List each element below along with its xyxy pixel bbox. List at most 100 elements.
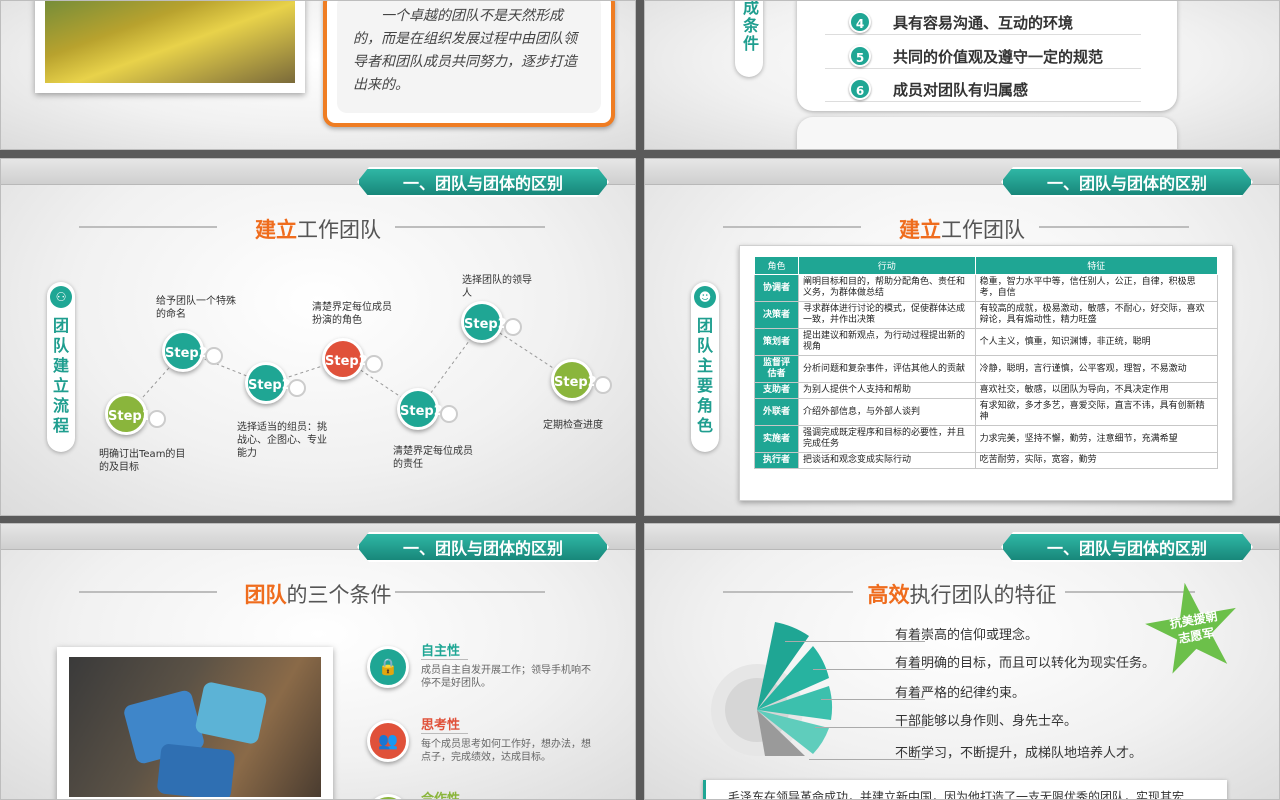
trait-cell: 冷静，聪明，言行谨慎，公平客观，理智，不易激动 — [974, 355, 1219, 383]
step-description: 给予团队一个特殊的命名 — [156, 296, 236, 320]
feature-text: 干部能够以身作则、身先士卒。 — [895, 714, 1078, 729]
condition-row: 5 共同的价值观及遵守一定的规范 — [825, 43, 1141, 69]
condition-desc: 成员自主自发开展工作；领导手机响不停不是好团队。 — [421, 665, 591, 689]
step-label: Step1 — [108, 409, 151, 424]
step-description: 选择适当的组员：挑战心、企图心、专业能力 — [237, 422, 327, 459]
lock-icon: 🔒 — [367, 646, 409, 688]
table-row: 外联者 介绍外部信息，与外部人谈判 有求知欲，多才多艺，喜爱交际，直言不讳，具有创新… — [754, 398, 1219, 426]
condition-text: 具有容易沟通、互动的环境 — [893, 14, 1074, 32]
action-cell: 提出建议和新观点，为行动过程提出新的视角 — [798, 328, 976, 356]
step-description: 清楚界定每位成员的责任 — [393, 446, 473, 470]
puzzle-photo — [69, 657, 321, 797]
table-header-cell: 行动 — [798, 256, 976, 275]
step-node-ring — [205, 347, 223, 365]
table-row: 实施者 强调完成既定程序和目标的必要性，并且完成任务 力求完美，坚持不懈，勤劳，注意… — [754, 425, 1219, 453]
table-row: 支助者 为别人提供个人支持和帮助 喜欢社交，敏感，以团队为导向，不具决定作用 — [754, 382, 1219, 399]
condition-row: 4 具有容易沟通、互动的环境 — [825, 9, 1141, 35]
step-node[interactable]: Step2 — [397, 388, 458, 430]
handshake-icon: ✋ — [367, 794, 409, 799]
puzzle-piece — [156, 743, 236, 797]
role-name-cell: 实施者 — [754, 425, 799, 453]
slide-thumbnail-5[interactable]: 一、团队与团体的区别 团队的三个条件 🔒 自主性成员自主自发开展工作；领导手机响不… — [0, 523, 636, 800]
puzzle-piece — [194, 680, 268, 746]
condition-text: 成员对团队有归属感 — [893, 81, 1029, 99]
trait-cell: 有较高的成就，极易激动，敏感，不耐心，好交际，喜欢辩论，具有煽动性，精力旺盛 — [974, 301, 1219, 329]
step-connector-lines — [126, 321, 574, 416]
step-node-ring — [148, 410, 166, 428]
quote-box: 一个卓越的团队不是天然形成的，而是在组织发展过程中由团队领导者和团队成员共同努力… — [323, 1, 615, 127]
quote-inner: 一个卓越的团队不是天然形成的，而是在组织发展过程中由团队领导者和团队成员共同努力… — [337, 1, 601, 113]
step-label: Step2 — [464, 317, 507, 332]
trait-cell: 喜欢社交，敏感，以团队为导向，不具决定作用 — [974, 382, 1219, 399]
step-node-ring — [288, 379, 306, 397]
group-icon: ☻ — [694, 286, 716, 308]
table-header-cell: 特征 — [974, 256, 1219, 275]
feature-text: 有着崇高的信仰或理念。 — [895, 628, 1039, 643]
side-label: ☻ 团队主要角色 — [691, 282, 719, 452]
role-name-cell: 策划者 — [754, 328, 799, 356]
section-ribbon: 一、团队与团体的区别 — [357, 532, 609, 562]
step-node[interactable]: Step2 — [162, 330, 223, 372]
condition-number-badge: 4 — [849, 11, 871, 33]
condition-number-badge: 6 — [849, 78, 871, 100]
condition-title: 自主性 — [421, 640, 469, 660]
slide-sorter: 一个卓越的团队不是天然形成的，而是在组织发展过程中由团队领导者和团队成员共同努力… — [0, 0, 1280, 800]
feature-text: 有着明确的目标，而且可以转化为现实任务。 — [895, 656, 1156, 671]
people-icon: 👥 — [367, 720, 409, 762]
feature-text: 有着严格的纪律约束。 — [895, 686, 1026, 701]
action-cell: 分析问题和复杂事件，评估其他人的贡献 — [798, 355, 976, 383]
section-ribbon: 一、团队与团体的区别 — [1001, 532, 1253, 562]
trait-cell: 有求知欲，多才多艺，喜爱交际，直言不讳，具有创新精神 — [974, 398, 1219, 426]
table-row: 策划者 提出建议和新观点，为行动过程提出新的视角 个人主义，慎重，知识渊博，非正统，… — [754, 328, 1219, 356]
role-name-cell: 监督评估者 — [754, 355, 799, 383]
side-label: 成条件 — [735, 0, 763, 77]
trait-cell: 吃苦耐劳，实际，宽容，勤劳 — [974, 452, 1219, 469]
footer-note-box: 毛泽东在领导革命成功，并建立新中国，因为他打造了一支无限优秀的团队，实现其宏 — [703, 780, 1227, 800]
condition-row: 6 成员对团队有归属感 — [825, 76, 1141, 102]
role-name-cell: 执行者 — [754, 452, 799, 469]
title-rest: 的三个条件 — [286, 583, 392, 607]
puzzle-photo-frame — [57, 647, 333, 799]
slide-title: 建立工作团队 — [645, 214, 1279, 244]
step-node-ring — [440, 405, 458, 423]
step-node[interactable]: Step1 — [105, 393, 166, 435]
step-description: 定期检查进度 — [543, 420, 603, 431]
step-label: Step2 — [325, 354, 368, 369]
action-cell: 为别人提供个人支持和帮助 — [798, 382, 976, 399]
fan-graphic — [711, 622, 833, 756]
slide-thumbnail-6[interactable]: 一、团队与团体的区别 高效执行团队的特征 抗美援朝志愿军 有着崇高的信仰或理念。… — [644, 523, 1280, 800]
section-ribbon: 一、团队与团体的区别 — [1001, 167, 1253, 197]
step-node[interactable]: Step2 — [551, 359, 612, 401]
role-name-cell: 决策者 — [754, 301, 799, 329]
action-cell: 把谈话和观念变成实际行动 — [798, 452, 976, 469]
slide-title: 团队的三个条件 — [1, 579, 635, 609]
condition-desc: 每个成员思考如何工作好，想办法，想点子，完成绩效，达成目标。 — [421, 739, 591, 763]
footer-note: 毛泽东在领导革命成功，并建立新中国，因为他打造了一支无限优秀的团队，实现其宏 — [728, 790, 1185, 800]
trait-cell: 力求完美，坚持不懈，勤劳，注意细节，充满希望 — [974, 425, 1219, 453]
role-name-cell: 协调者 — [754, 274, 799, 302]
step-node[interactable]: Step2 — [245, 362, 306, 404]
slide-thumbnail-3[interactable]: 一、团队与团体的区别 建立工作团队 ⚇ 团队建立流程 Step1 明确订出Team… — [0, 158, 636, 516]
title-highlight: 建立 — [899, 218, 941, 242]
condition-number-badge: 5 — [849, 45, 871, 67]
slide-thumbnail-1[interactable]: 一个卓越的团队不是天然形成的，而是在组织发展过程中由团队领导者和团队成员共同努力… — [0, 0, 636, 150]
step-node[interactable]: Step2 — [461, 301, 522, 343]
step-node[interactable]: Step2 — [322, 338, 383, 380]
step-node-ring — [365, 355, 383, 373]
slide-thumbnail-2[interactable]: 成条件 4 具有容易沟通、互动的环境 5 共同的价值观及遵守一定的规范 6 成员对团队有归… — [644, 0, 1280, 150]
title-rest: 执行团队的特征 — [909, 583, 1057, 607]
title-rest: 工作团队 — [941, 218, 1025, 242]
role-name-cell: 支助者 — [754, 382, 799, 399]
side-label-text: 成条件 — [740, 0, 759, 53]
trait-cell: 个人主义，慎重，知识渊博，非正统，聪明 — [974, 328, 1219, 356]
step-description: 选择团队的领导人 — [462, 275, 532, 299]
photo-frame — [35, 1, 305, 93]
action-cell: 阐明目标和目的，帮助分配角色、责任和义务，为群体做总结 — [798, 274, 976, 302]
table-header-cell: 角色 — [754, 256, 799, 275]
condition-text: 共同的价值观及遵守一定的规范 — [893, 48, 1104, 66]
table-row: 执行者 把谈话和观念变成实际行动 吃苦耐劳，实际，宽容，勤劳 — [754, 452, 1219, 469]
slide-thumbnail-4[interactable]: 一、团队与团体的区别 建立工作团队 ☻ 团队主要角色 角色 行动 特征 协调者 阐明目… — [644, 158, 1280, 516]
step-description: 清楚界定每位成员扮演的角色 — [312, 302, 392, 326]
step-label: Step2 — [165, 346, 208, 361]
table-row: 监督评估者 分析问题和复杂事件，评估其他人的贡献 冷静，聪明，言行谨慎，公平客观，理… — [754, 355, 1219, 383]
